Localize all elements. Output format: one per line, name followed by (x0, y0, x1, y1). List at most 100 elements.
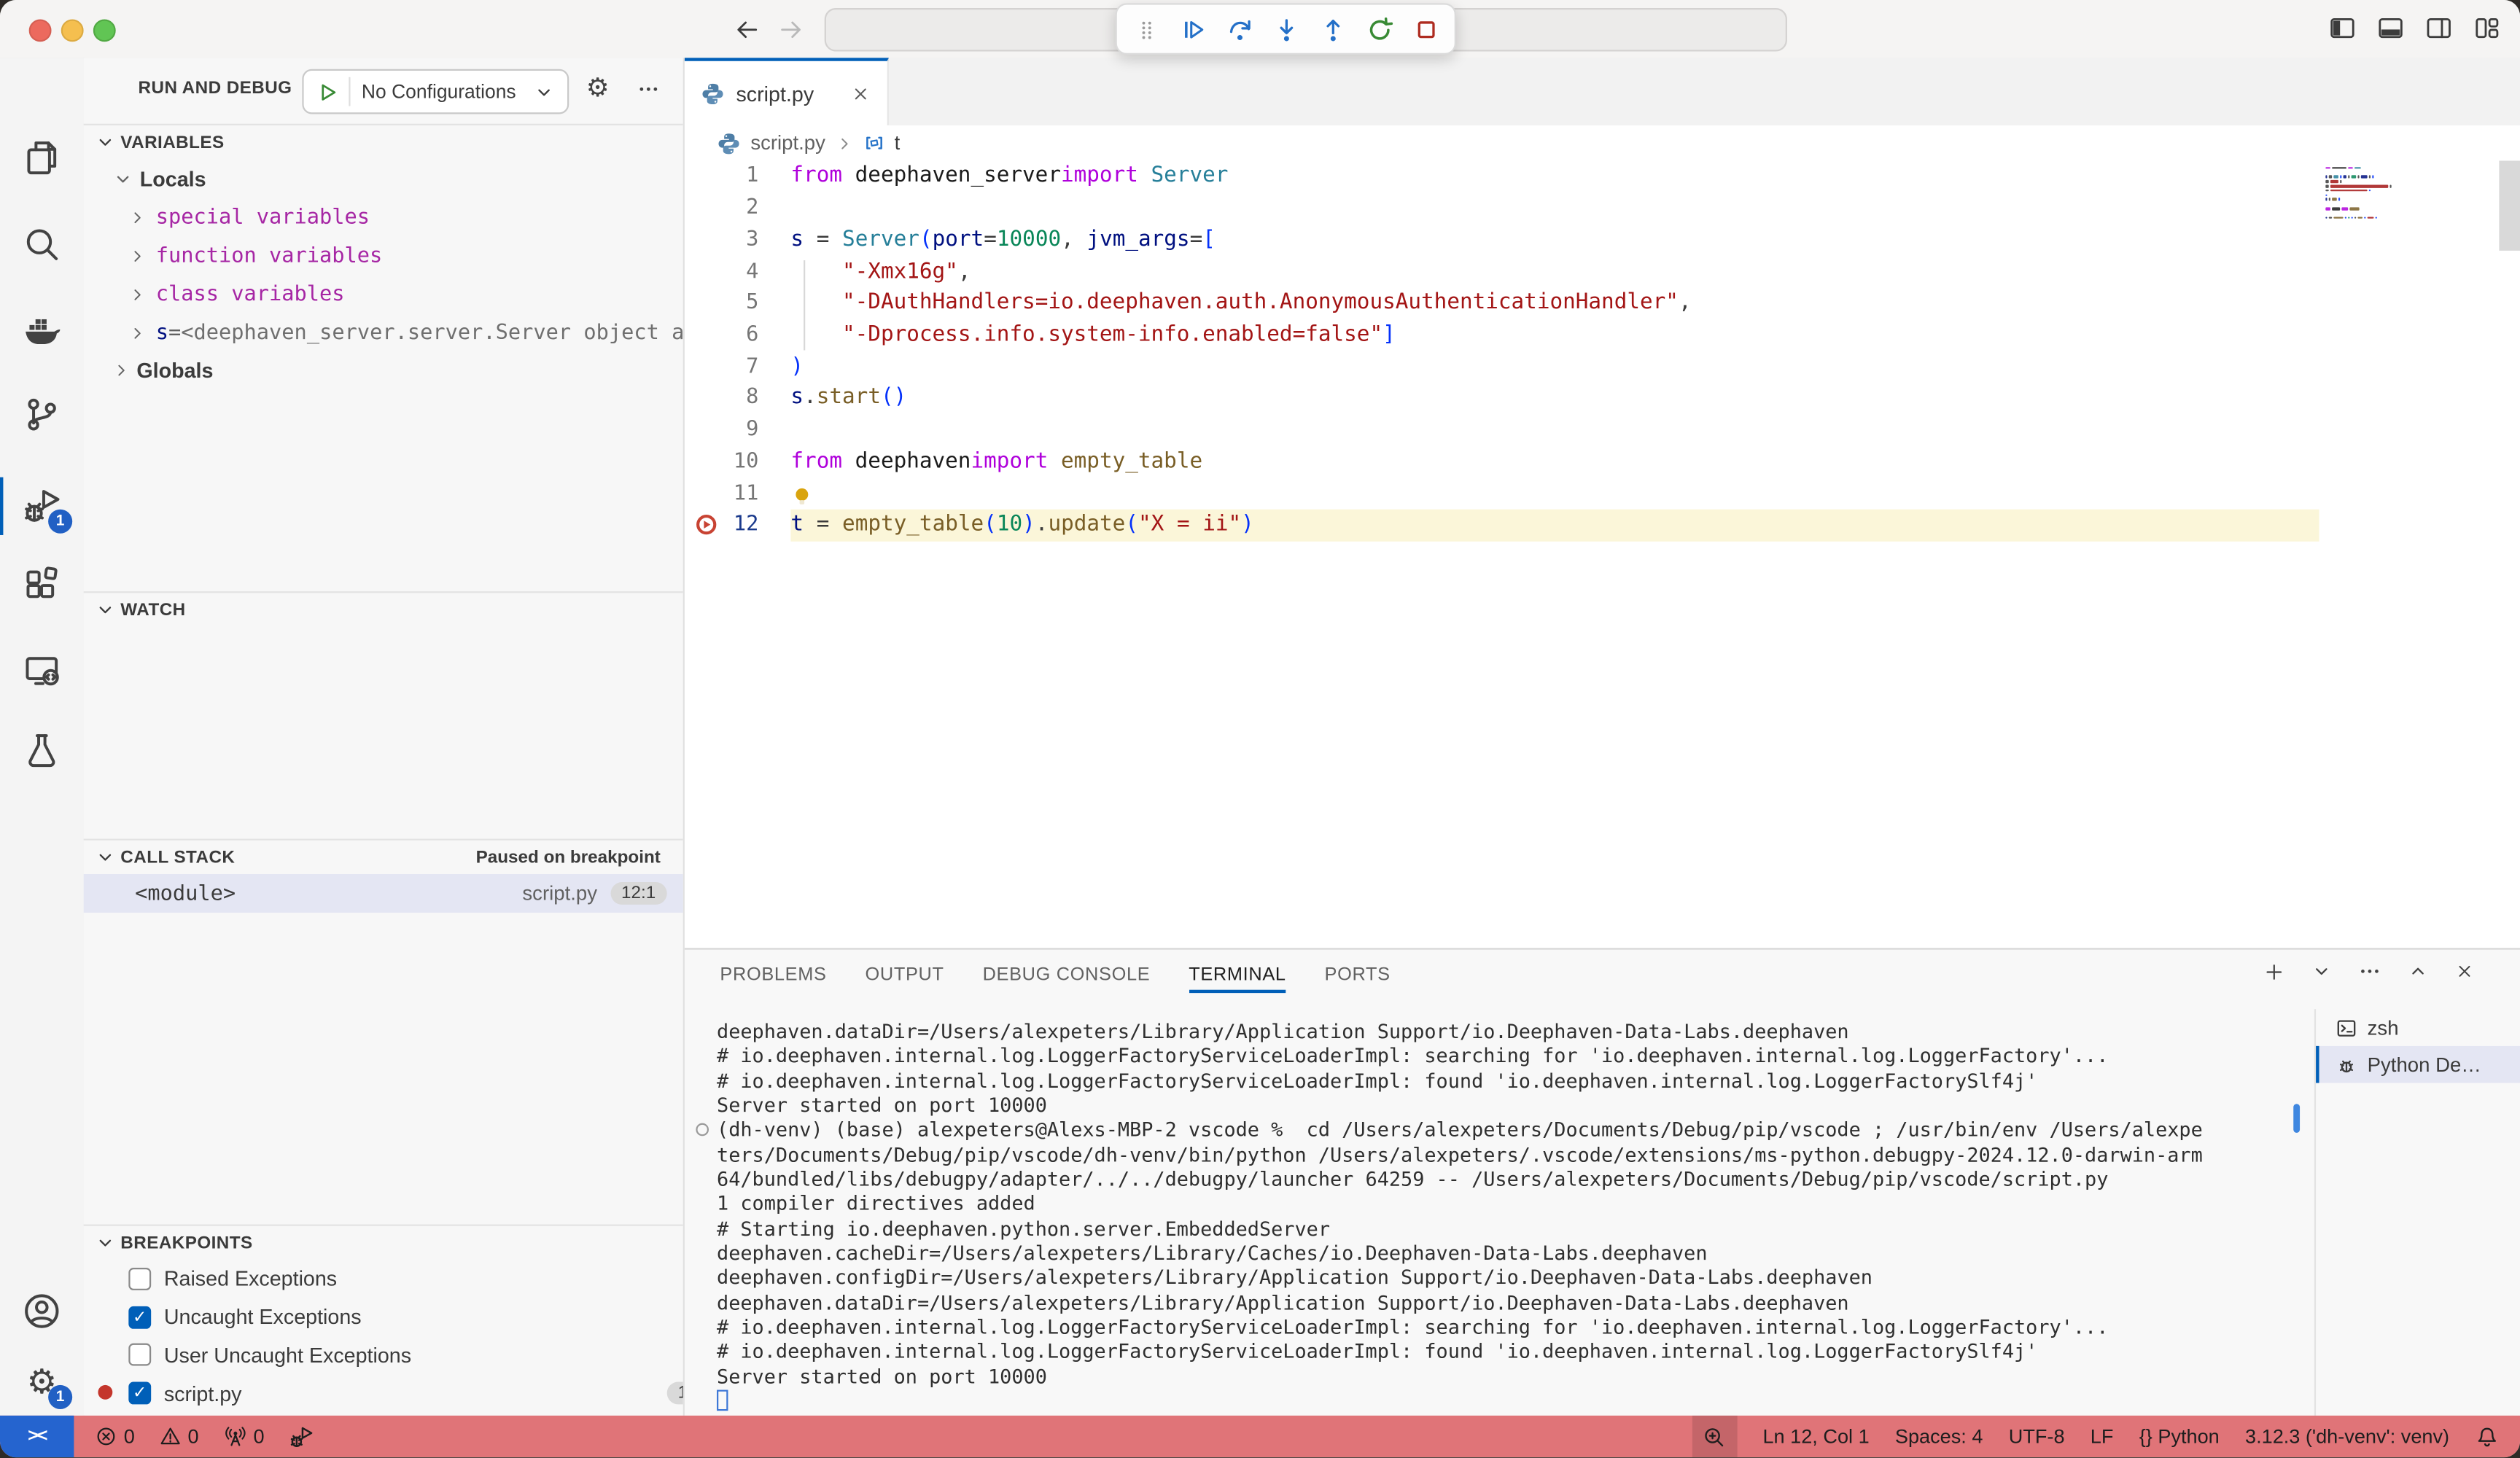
activity-bar-testing[interactable] (0, 712, 84, 789)
status-item-zoom[interactable] (1692, 1416, 1738, 1457)
debug-continue (1179, 15, 1206, 42)
breakpoint-checkbox[interactable] (128, 1344, 151, 1367)
code-line-3[interactable]: 3s = Server(port=10000, jvm_args=[ (685, 224, 2520, 255)
close-icon[interactable] (850, 83, 871, 104)
command-decoration-icon[interactable] (696, 1124, 709, 1137)
code-line-5[interactable]: 5 "-DAuthHandlers=io.deephaven.auth.Anon… (685, 287, 2520, 319)
toggle-panel-icon[interactable] (2377, 15, 2404, 42)
debug-stop-button[interactable] (1409, 13, 1442, 45)
variables-tree-item[interactable]: s = <deephaven_server.server.Server obje… (84, 313, 685, 351)
drag-grip-button[interactable] (1129, 13, 1162, 45)
terminal-instance-zsh[interactable]: zsh (2316, 1009, 2520, 1046)
variables-tree-item[interactable]: Locals (84, 160, 685, 198)
code-line-11[interactable]: 11 (685, 477, 2520, 509)
activity-bar-extensions[interactable] (0, 545, 84, 622)
variables-tree-item[interactable]: class variables (84, 276, 685, 313)
ellipsis-icon[interactable] (637, 77, 661, 101)
panel-tab-problems[interactable]: PROBLEMS (720, 950, 826, 1002)
debug-step-into-button[interactable] (1269, 13, 1302, 45)
breakpoint-row[interactable]: User Uncaught Exceptions (84, 1336, 685, 1374)
status-item-bell[interactable] (2475, 1425, 2499, 1449)
code-editor[interactable]: 1from deephaven_serverimport Server23s =… (685, 160, 2520, 948)
run-icon[interactable] (315, 79, 339, 104)
call-stack-section-header[interactable]: CALL STACK Paused on breakpoint (84, 839, 683, 874)
traffic-light-zoom[interactable] (93, 19, 116, 42)
plus-icon[interactable] (2263, 960, 2285, 983)
terminal-scrollbar[interactable] (2293, 1104, 2300, 1133)
chevron-down-icon[interactable] (534, 81, 555, 102)
activity-bar-docker[interactable] (0, 291, 84, 368)
panel-tab-debug-console[interactable]: DEBUG CONSOLE (983, 950, 1151, 1002)
panel-tab-terminal[interactable]: TERMINAL (1189, 950, 1286, 1002)
activity-bar-search[interactable] (0, 206, 84, 283)
activity-bar-run-and-debug[interactable]: 1 (0, 467, 84, 545)
code-line-10[interactable]: 10from deephavenimport empty_table (685, 446, 2520, 477)
variables-section-header[interactable]: VARIABLES (84, 124, 683, 159)
lightbulb-icon[interactable] (790, 485, 813, 507)
code-line-8[interactable]: 8s.start() (685, 383, 2520, 414)
call-stack-frame[interactable]: <module>script.py12:1 (84, 874, 683, 913)
status-item-error[interactable]: 0 (95, 1426, 135, 1449)
gear-icon[interactable]: ⚙ (586, 72, 610, 104)
toggle-secondary-sidebar-icon[interactable] (2425, 15, 2452, 42)
close-icon[interactable] (2454, 961, 2476, 982)
toggle-primary-sidebar-icon[interactable] (2329, 15, 2356, 42)
status-item-spaces-4[interactable]: Spaces: 4 (1895, 1426, 1983, 1449)
chevron-down-icon[interactable] (2311, 961, 2332, 982)
customize-layout-icon[interactable] (2473, 15, 2500, 42)
debug-restart-button[interactable] (1363, 13, 1395, 45)
code-line-6[interactable]: 6 "-Dprocess.info.system-info.enabled=fa… (685, 319, 2520, 351)
activity-bar-remote-explorer[interactable] (0, 631, 84, 709)
status-item-broadcast[interactable]: 0 (223, 1425, 265, 1449)
activity-bar-explorer[interactable] (0, 119, 84, 196)
code-text: s = Server(port=10000, jvm_args=[ (790, 224, 2319, 255)
activity-bar-source-control[interactable] (0, 376, 84, 453)
breakpoint-row[interactable]: ✓script.py12 (84, 1374, 685, 1412)
drag-grip (1134, 17, 1158, 41)
debug-step-out-button[interactable] (1316, 13, 1348, 45)
code-line-2[interactable]: 2 (685, 192, 2520, 224)
activity-bar-accounts[interactable] (0, 1273, 84, 1350)
variables-tree-item[interactable]: function variables (84, 237, 685, 275)
debug-continue-button[interactable] (1176, 13, 1208, 45)
panel-tab-output[interactable]: OUTPUT (865, 950, 944, 1002)
launch-config-dropdown[interactable]: No Configurations (302, 69, 569, 114)
status-item-lf[interactable]: LF (2091, 1426, 2114, 1449)
code-line-1[interactable]: 1from deephaven_serverimport Server (685, 160, 2520, 192)
status-item-ln-12-col-1[interactable]: Ln 12, Col 1 (1762, 1426, 1869, 1449)
tab-script-py[interactable]: script.py (685, 58, 889, 125)
breadcrumb-file[interactable]: script.py (750, 132, 825, 155)
code-line-12[interactable]: 12t = empty_table(10).update("X = ii") (685, 509, 2520, 540)
code-line-7[interactable]: 7) (685, 351, 2520, 382)
status-item-3-12-3-dh-venv-venv-[interactable]: 3.12.3 ('dh-venv': venv) (2245, 1426, 2449, 1449)
debug-step-over-button[interactable] (1223, 13, 1255, 45)
breakpoint-checkbox[interactable] (128, 1268, 151, 1290)
breadcrumb-symbol[interactable]: t (895, 132, 901, 155)
traffic-light-minimize[interactable] (61, 19, 84, 42)
breakpoint-row[interactable]: ✓Uncaught Exceptions (84, 1298, 685, 1336)
status-item-debug-status[interactable] (289, 1425, 313, 1449)
status-item--python[interactable]: {} Python (2139, 1426, 2220, 1449)
variables-tree-item[interactable]: special variables (84, 199, 685, 237)
remote-indicator[interactable]: >< (0, 1416, 74, 1457)
terminal-instance-pythonde[interactable]: Python De… (2316, 1046, 2520, 1083)
status-item-warning[interactable]: 0 (159, 1426, 199, 1449)
chevron-up-icon[interactable] (2408, 961, 2429, 982)
status-item-utf-8[interactable]: UTF-8 (2009, 1426, 2065, 1449)
breakpoint-checkbox[interactable]: ✓ (128, 1382, 151, 1405)
activity-bar-settings[interactable]: ⚙1 (0, 1344, 84, 1421)
config-dropdown-label[interactable]: No Configurations (362, 80, 534, 103)
breakpoints-section-header[interactable]: BREAKPOINTS (84, 1225, 683, 1260)
watch-section-header[interactable]: WATCH (84, 591, 683, 626)
variables-tree-item[interactable]: Globals (84, 352, 685, 390)
ellipsis-icon[interactable] (2357, 959, 2381, 983)
code-line-4[interactable]: 4 "-Xmx16g", (685, 256, 2520, 287)
breakpoint-row[interactable]: Raised Exceptions (84, 1260, 685, 1298)
panel-tab-ports[interactable]: PORTS (1325, 950, 1391, 1002)
breakpoint-checkbox[interactable]: ✓ (128, 1306, 151, 1328)
back-icon[interactable] (731, 15, 761, 44)
terminal-output[interactable]: deephaven.dataDir=/Users/alexpeters/Libr… (717, 1021, 2292, 1415)
traffic-light-close[interactable] (29, 19, 52, 42)
code-line-9[interactable]: 9 (685, 414, 2520, 445)
current-breakpoint-icon[interactable] (694, 513, 718, 537)
